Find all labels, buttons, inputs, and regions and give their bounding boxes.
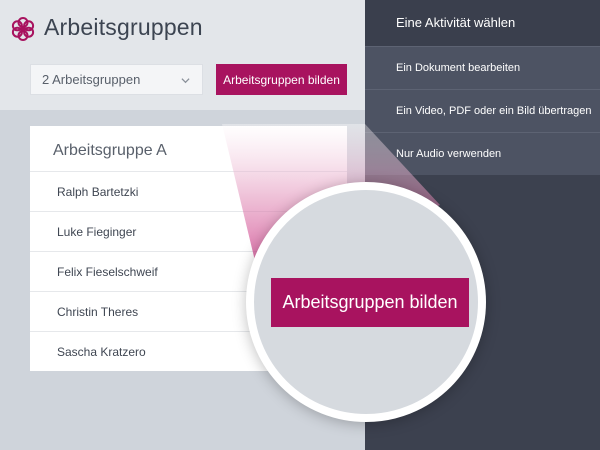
activity-item-label: Ein Video, PDF oder ein Bild übertragen bbox=[396, 105, 592, 117]
group-count-select[interactable]: 2 Arbeitsgruppen bbox=[30, 64, 203, 95]
activity-item-share-media[interactable]: Ein Video, PDF oder ein Bild übertragen bbox=[365, 89, 600, 132]
build-workgroups-button[interactable]: Arbeitsgruppen bilden bbox=[216, 64, 347, 95]
activity-item-edit-document[interactable]: Ein Dokument bearbeiten bbox=[365, 46, 600, 89]
activity-panel-header: Eine Aktivität wählen bbox=[365, 0, 600, 46]
activity-item-label: Nur Audio verwenden bbox=[396, 148, 502, 160]
build-workgroups-button-zoomed[interactable]: Arbeitsgruppen bilden bbox=[271, 278, 469, 327]
member-name: Christin Theres bbox=[57, 305, 139, 319]
app-header: Arbeitsgruppen 2 Arbeitsgruppen Arbeitsg… bbox=[0, 0, 365, 110]
member-name: Sascha Kratzero bbox=[57, 345, 146, 359]
activity-item-audio-only[interactable]: Nur Audio verwenden bbox=[365, 132, 600, 175]
activity-item-label: Ein Dokument bearbeiten bbox=[396, 62, 521, 74]
group-count-select-value: 2 Arbeitsgruppen bbox=[42, 72, 141, 87]
activity-panel-title: Eine Aktivität wählen bbox=[396, 15, 516, 30]
workgroup-card-title: Arbeitsgruppe A bbox=[53, 142, 167, 159]
member-name: Felix Fieselschweif bbox=[57, 265, 158, 279]
flower-logo-icon bbox=[11, 17, 35, 41]
magnifier-lens: Arbeitsgruppen bilden bbox=[246, 182, 486, 422]
member-name: Luke Fieginger bbox=[57, 225, 137, 239]
page-title: Arbeitsgruppen bbox=[44, 14, 203, 40]
member-name: Ralph Bartetzki bbox=[57, 185, 139, 199]
chevron-down-icon bbox=[181, 78, 190, 84]
